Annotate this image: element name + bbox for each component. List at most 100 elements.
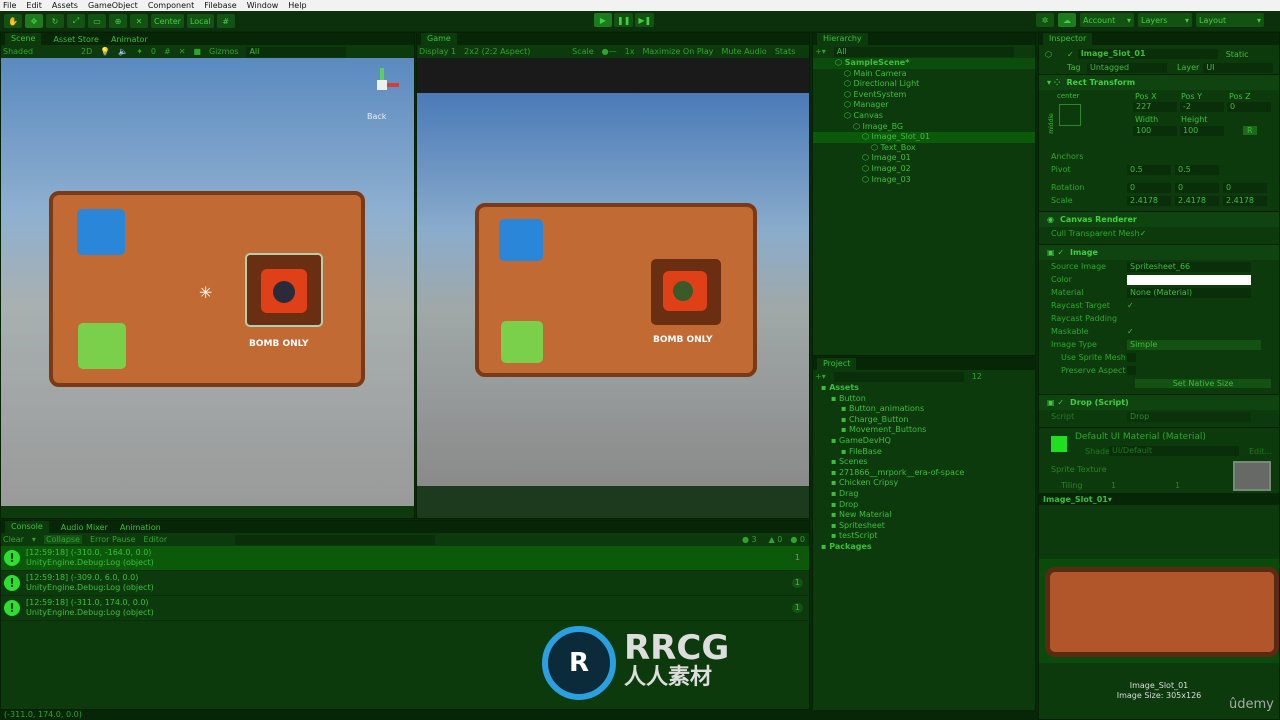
pos-z-input[interactable]: 0 [1227,102,1271,112]
height-input[interactable]: 100 [1180,126,1224,136]
console-log-entry[interactable]: ! [12:59:18] (-311.0, 174.0, 0.0) UnityEng… [1,596,809,621]
project-item[interactable]: ▪ Button [813,394,1035,405]
layout-dropdown[interactable]: Layout ▾ [1196,13,1264,27]
pivot-x-input[interactable]: 0.5 [1127,164,1171,175]
hand-tool-icon[interactable]: ✋ [4,14,22,28]
project-item[interactable]: ▪ Movement_Buttons [813,425,1035,436]
material-field[interactable]: None (Material) [1127,287,1251,298]
source-image-field[interactable]: Spritesheet_66 [1127,261,1251,272]
tab-inspector[interactable]: Inspector [1043,33,1093,45]
clear-options-icon[interactable]: ▾ [32,535,36,544]
project-item[interactable]: ▪ Spritesheet [813,521,1035,532]
move-tool-icon[interactable]: ✥ [25,14,43,28]
custom-tool-icon[interactable]: ✕ [130,14,148,28]
display-dropdown[interactable]: Display 1 [419,47,456,56]
bomb-slot[interactable] [651,259,721,325]
anchors-foldout[interactable]: Anchors [1039,152,1127,161]
object-name-input[interactable]: Image_Slot_01 [1077,49,1218,59]
tab-project[interactable]: Project [817,358,857,370]
back-label[interactable]: Back [367,112,386,121]
scale-y-input[interactable]: 2.4178 [1175,195,1219,206]
width-input[interactable]: 100 [1133,126,1177,136]
tools-icon[interactable]: ✕ [179,47,186,56]
edit-shader-button[interactable]: Edit... [1249,447,1272,456]
tiling-y-input[interactable]: 1 [1175,481,1180,490]
tab-scene[interactable]: Scene [5,33,42,45]
project-item[interactable]: ▪ FileBase [813,447,1035,458]
preview-title[interactable]: Image_Slot_01 [1039,495,1108,504]
pos-y-input[interactable]: -2 [1180,102,1224,112]
pivot-center-button[interactable]: Center [151,14,184,28]
menu-help[interactable]: Help [288,0,306,11]
hierarchy-item[interactable]: ⬡ Main Camera [813,69,1035,80]
hierarchy-item[interactable]: ⬡ EventSystem [813,90,1035,101]
scale-z-input[interactable]: 2.4178 [1223,195,1267,206]
tab-game[interactable]: Game [421,33,457,45]
hidden-packages-count[interactable]: 12 [972,372,982,381]
rotation-y-input[interactable]: 0 [1175,182,1219,193]
play-button[interactable]: ▶ [594,13,612,27]
project-search-input[interactable] [833,371,964,382]
canvas-renderer-header[interactable]: ◉ Canvas Renderer [1039,211,1279,227]
image-header[interactable]: ▣ ✓ Image [1039,244,1279,260]
tab-console[interactable]: Console [5,521,49,533]
raycast-target-checkbox[interactable]: ✓ [1127,301,1134,310]
set-native-size-button[interactable]: Set Native Size [1135,379,1271,388]
scale-tool-icon[interactable]: ⤢ [67,14,85,28]
preserve-aspect-checkbox[interactable] [1127,366,1136,375]
menu-window[interactable]: Window [247,0,279,11]
stats-toggle[interactable]: Stats [775,47,795,56]
cull-checkbox[interactable]: ✓ [1140,229,1147,238]
console-log-entry[interactable]: ! [12:59:18] (-309.0, 6.0, 0.0) UnityEngin… [1,571,809,596]
shader-dropdown[interactable]: UI/Default [1109,446,1239,456]
audio-icon[interactable]: 🔈 [118,47,128,56]
hierarchy-item[interactable]: ⬡ Image_03 [813,175,1035,186]
layer-dropdown[interactable]: UI [1203,62,1274,73]
error-count-toggle[interactable]: ● 0 [790,535,805,544]
layers-dropdown[interactable]: Layers ▾ [1138,13,1192,27]
tab-audio-mixer[interactable]: Audio Mixer [61,523,108,532]
project-item[interactable]: ▪ Drag [813,489,1035,500]
project-item[interactable]: ▪ New Material [813,510,1035,521]
maximize-on-play-toggle[interactable]: Maximize On Play [642,47,713,56]
cloud-icon[interactable]: ☁ [1058,13,1076,27]
raw-edit-button[interactable]: R [1243,126,1257,135]
console-log-entry[interactable]: ! [12:59:18] (-310.0, -164.0, 0.0) UnityEn… [1,546,809,571]
editor-dropdown[interactable]: Editor [144,535,168,544]
log-count-toggle[interactable]: ● 3 [742,535,757,544]
image-type-dropdown[interactable]: Simple [1127,339,1261,350]
project-item[interactable]: ▪ Scenes [813,457,1035,468]
menu-component[interactable]: Component [148,0,194,11]
game-viewport[interactable]: BOMB ONLY [417,93,809,486]
rotation-x-input[interactable]: 0 [1127,182,1171,193]
step-button[interactable]: ▶❚ [635,13,655,27]
drop-script-header[interactable]: ▣ ✓ Drop (Script) [1039,394,1279,410]
hierarchy-item[interactable]: ⬡ Image_01 [813,153,1035,164]
error-pause-toggle[interactable]: Error Pause [90,535,136,544]
texture-thumbnail[interactable] [1233,461,1271,491]
raycast-padding-foldout[interactable]: Raycast Padding [1039,314,1127,323]
static-dropdown[interactable]: Static [1226,50,1249,59]
menu-assets[interactable]: Assets [52,0,78,11]
account-dropdown[interactable]: Account ▾ [1080,13,1134,27]
tab-animation[interactable]: Animation [120,523,161,532]
hierarchy-item[interactable]: ⬡ Image_Slot_01 [813,132,1035,143]
transform-tool-icon[interactable]: ⊕ [109,14,127,28]
hierarchy-item[interactable]: ⬡ Image_BG [813,122,1035,133]
menu-file[interactable]: File [3,0,16,11]
tab-animator[interactable]: Animator [111,35,148,44]
effects-icon[interactable]: ✦ [136,47,143,56]
aspect-dropdown[interactable]: 2x2 (2:2 Aspect) [464,47,564,56]
2d-toggle[interactable]: 2D [81,47,92,56]
rotate-tool-icon[interactable]: ↻ [46,14,64,28]
scene-gizmo-axis[interactable] [363,68,403,108]
gizmos-dropdown[interactable]: Gizmos [209,47,238,56]
scale-slider[interactable]: ●— [602,47,617,56]
hierarchy-item[interactable]: ⬡ Canvas [813,111,1035,122]
camera-icon[interactable]: ■ [193,47,201,56]
rotation-z-input[interactable]: 0 [1223,182,1267,193]
active-checkbox[interactable]: ✓ [1067,50,1074,59]
grid-icon[interactable]: # [164,47,171,56]
clear-button[interactable]: Clear [3,535,24,544]
project-item[interactable]: ▪ Assets [813,383,1035,394]
